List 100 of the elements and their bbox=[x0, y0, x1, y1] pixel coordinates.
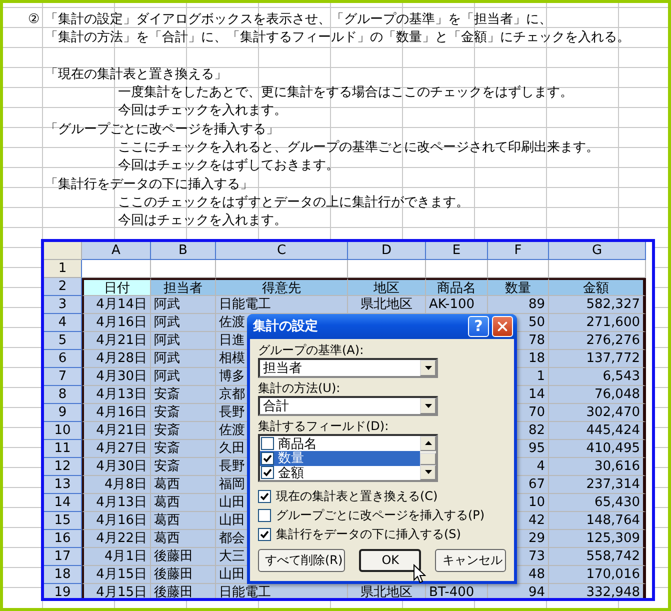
row-header[interactable]: 6 bbox=[44, 350, 82, 368]
table-cell: 94 bbox=[488, 584, 549, 598]
row-header[interactable]: 7 bbox=[44, 368, 82, 386]
table-cell: 後藤田 bbox=[151, 548, 216, 566]
table-cell: 4月8日 bbox=[82, 476, 151, 494]
row-header[interactable]: 8 bbox=[44, 386, 82, 404]
row-header[interactable]: 16 bbox=[44, 530, 82, 548]
column-header[interactable]: E bbox=[426, 242, 488, 260]
row-header[interactable]: 12 bbox=[44, 458, 82, 476]
table-cell: 4月30日 bbox=[82, 368, 151, 386]
row-header[interactable]: 15 bbox=[44, 512, 82, 530]
column-header[interactable]: A bbox=[82, 242, 151, 260]
table-cell: 安斎 bbox=[151, 422, 216, 440]
row-header[interactable]: 1 bbox=[44, 260, 82, 278]
row-header[interactable]: 5 bbox=[44, 332, 82, 350]
select-all-corner[interactable] bbox=[44, 242, 82, 260]
table-cell: 阿武 bbox=[151, 314, 216, 332]
table-cell: 276,276 bbox=[549, 332, 646, 350]
column-header[interactable]: F bbox=[488, 242, 549, 260]
row-header[interactable]: 10 bbox=[44, 422, 82, 440]
up-arrow-icon bbox=[424, 441, 432, 446]
row-header[interactable]: 18 bbox=[44, 566, 82, 584]
table-cell: 県北地区 bbox=[348, 584, 426, 598]
dropdown-field[interactable]: 担当者 bbox=[258, 358, 438, 378]
note-text: ここのチェックをはずすとデータの上に集計行ができます。 bbox=[118, 194, 469, 212]
row-header[interactable]: 2 bbox=[44, 278, 82, 296]
table-cell: 271,600 bbox=[549, 314, 646, 332]
table-cell: 数量 bbox=[488, 278, 549, 296]
table-cell: 4月21日 bbox=[82, 422, 151, 440]
dropdown-button[interactable] bbox=[420, 360, 436, 376]
note-text: 今回はチェックをはずしておきます。 bbox=[118, 157, 339, 176]
instruction-text: 「集計の設定」ダイアログボックスを表示させ、「グループの基準」を「担当者」に、 bbox=[45, 11, 552, 29]
table-cell: 4月16日 bbox=[82, 314, 151, 332]
table-cell: BT-400 bbox=[426, 584, 488, 598]
row-header[interactable]: 13 bbox=[44, 476, 82, 494]
checkbox[interactable] bbox=[261, 466, 274, 480]
table-cell: AK-100 bbox=[426, 296, 488, 314]
table-cell: 葛西 bbox=[151, 494, 216, 512]
table-cell: 137,772 bbox=[549, 350, 646, 368]
column-header[interactable]: C bbox=[216, 242, 348, 260]
table-cell: 302,470 bbox=[549, 404, 646, 422]
table-cell: 65,430 bbox=[549, 494, 646, 512]
dialog-button[interactable]: すべて削除(R) bbox=[258, 548, 346, 572]
table-cell: 日能電工 bbox=[216, 296, 348, 314]
dialog-button[interactable]: キャンセル bbox=[435, 548, 506, 572]
row-header[interactable]: 14 bbox=[44, 494, 82, 512]
table-cell: 582,327 bbox=[549, 296, 646, 314]
down-arrow-icon bbox=[424, 470, 432, 474]
table-cell: 4月27日 bbox=[82, 440, 151, 458]
note-text: 一度集計をしたあとで、更に集計をする場合はここのチェックをはずします。 bbox=[118, 84, 573, 102]
row-header[interactable]: 19 bbox=[44, 584, 82, 598]
table-cell: 332,948 bbox=[549, 584, 646, 598]
table-cell: 安斎 bbox=[151, 458, 216, 476]
note-text: 今回はチェックを入れます。 bbox=[118, 102, 287, 120]
table-cell: 県北地区 bbox=[348, 296, 426, 314]
help-button[interactable]: ? bbox=[468, 316, 489, 337]
list-item[interactable]: 数量 bbox=[260, 451, 420, 466]
table-cell: 125,309 bbox=[549, 530, 646, 548]
column-header[interactable]: D bbox=[348, 242, 426, 260]
table-cell: 安斎 bbox=[151, 386, 216, 404]
dropdown-button[interactable] bbox=[420, 398, 436, 414]
table-cell: 阿武 bbox=[151, 350, 216, 368]
checkbox[interactable] bbox=[258, 528, 271, 541]
table-cell: 日付 bbox=[82, 278, 151, 296]
instruction-text: 「集計の方法」を「合計」に、「集計するフィールド」の「数量」と「金額」にチェックを入れる。 bbox=[45, 29, 630, 48]
table-cell: 阿武 bbox=[151, 332, 216, 350]
scroll-up-button[interactable] bbox=[420, 436, 436, 451]
table-cell: 阿武 bbox=[151, 368, 216, 386]
row-header[interactable]: 3 bbox=[44, 296, 82, 314]
table-cell: 4月1日 bbox=[82, 548, 151, 566]
table-cell: 阿武 bbox=[151, 296, 216, 314]
column-header[interactable]: B bbox=[151, 242, 216, 260]
table-cell: 30,616 bbox=[549, 458, 646, 476]
dropdown-field[interactable]: 合計 bbox=[258, 396, 438, 416]
checkbox[interactable] bbox=[258, 490, 271, 503]
table-cell: 日能電工 bbox=[216, 584, 348, 598]
table-cell: 148,764 bbox=[549, 512, 646, 530]
dialog-button[interactable]: OK bbox=[359, 548, 422, 572]
table-cell: 葛西 bbox=[151, 512, 216, 530]
table-cell: 410,495 bbox=[549, 440, 646, 458]
scrollbar-thumb[interactable] bbox=[420, 452, 436, 465]
row-header[interactable]: 11 bbox=[44, 440, 82, 458]
checkbox[interactable] bbox=[258, 508, 271, 522]
table-cell: 後藤田 bbox=[151, 584, 216, 598]
table-cell: 4月13日 bbox=[82, 494, 151, 512]
column-header[interactable]: G bbox=[549, 242, 646, 260]
table-cell: 葛西 bbox=[151, 476, 216, 494]
table-cell: 4月13日 bbox=[82, 386, 151, 404]
table-cell: 76,048 bbox=[549, 386, 646, 404]
row-header[interactable]: 17 bbox=[44, 548, 82, 566]
table-cell: 金額 bbox=[549, 278, 646, 296]
table-cell: 安斎 bbox=[151, 404, 216, 422]
close-button[interactable] bbox=[492, 316, 513, 337]
step-number: ② bbox=[28, 11, 41, 29]
scroll-down-button[interactable] bbox=[420, 464, 436, 480]
row-header[interactable]: 4 bbox=[44, 314, 82, 332]
checkbox[interactable] bbox=[261, 452, 274, 465]
row-header[interactable]: 9 bbox=[44, 404, 82, 422]
checkbox[interactable] bbox=[261, 437, 274, 450]
table-cell: 4月16日 bbox=[82, 404, 151, 422]
